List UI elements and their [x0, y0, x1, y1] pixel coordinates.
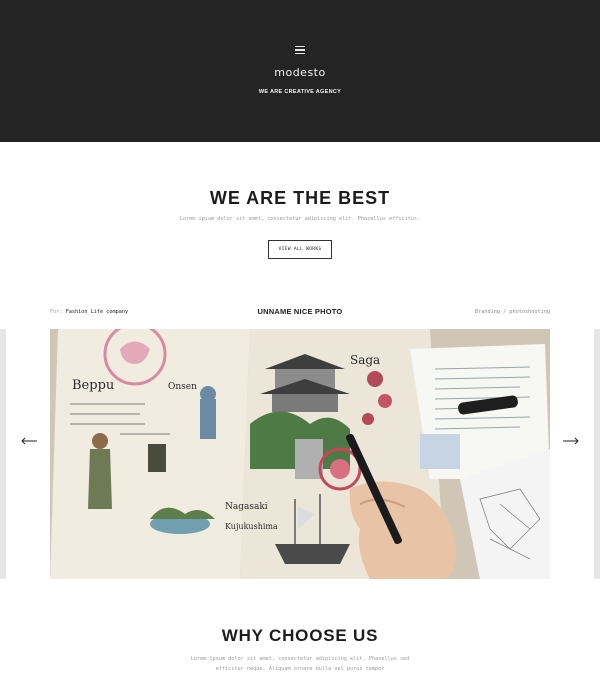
view-all-works-button[interactable]: VIEW ALL WORKS — [268, 240, 332, 259]
why-text-line-1: Lorem ipsum dolor sit amet, consectetur … — [190, 656, 410, 662]
section-title-best: WE ARE THE BEST — [209, 188, 391, 208]
menu-icon[interactable] — [295, 46, 305, 54]
svg-text:Saga: Saga — [350, 353, 380, 367]
arrow-left-icon[interactable] — [20, 436, 38, 446]
svg-text:Kujukushima: Kujukushima — [225, 522, 278, 531]
why-text-line-2: efficitur neque. Aliquam ornare nulla ve… — [215, 666, 385, 672]
svg-text:Nagasaki: Nagasaki — [225, 502, 268, 512]
svg-text:Onsen: Onsen — [168, 382, 197, 392]
svg-text:Beppu: Beppu — [72, 378, 114, 393]
next-slide-peek[interactable] — [594, 329, 600, 579]
portfolio-tags[interactable]: Branding / photoshooting — [475, 309, 550, 315]
section-intro-text: Lorem ipsum dolor sit amet, consectetur … — [179, 216, 421, 222]
section-title-why: WHY CHOOSE US — [221, 626, 379, 645]
travel-sketchbook-illustration: Beppu Onsen Saga Nagasaki Kujukushima — [50, 329, 550, 579]
site-tagline: WE ARE CREATIVE AGENCY — [258, 89, 342, 95]
arrow-right-icon[interactable] — [562, 436, 580, 446]
why-text: Lorem ipsum dolor sit amet, consectetur … — [0, 654, 600, 674]
site-header: modesto WE ARE CREATIVE AGENCY — [0, 0, 600, 142]
previous-slide-peek[interactable] — [0, 329, 6, 579]
site-logo[interactable]: modesto — [0, 66, 600, 79]
portfolio-slide-image[interactable]: Beppu Onsen Saga Nagasaki Kujukushima — [50, 329, 550, 579]
